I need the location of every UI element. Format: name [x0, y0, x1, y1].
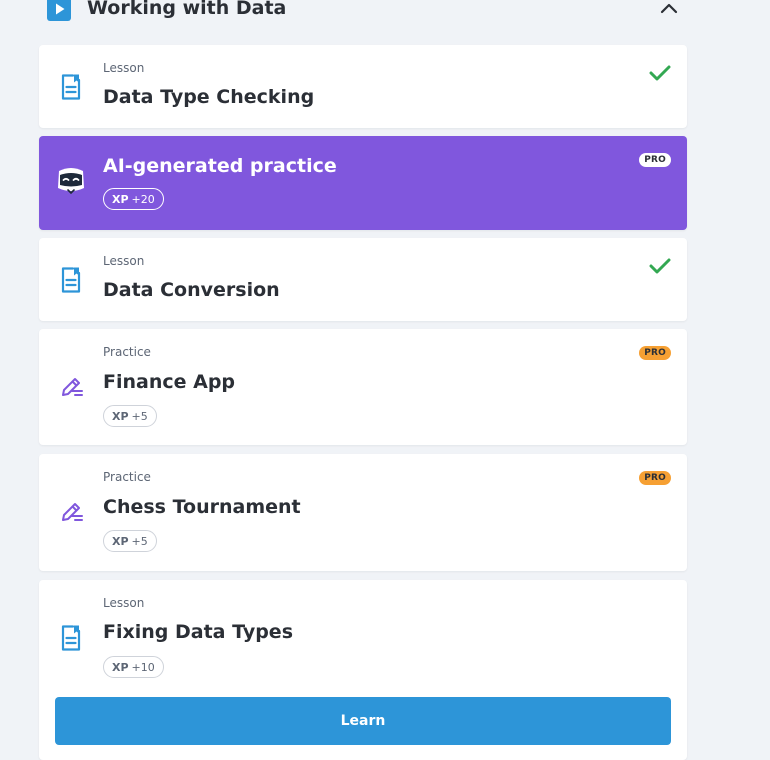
lesson-document-icon: [59, 266, 83, 294]
xp-label: XP: [112, 661, 129, 674]
lesson-card-data-type-checking[interactable]: Lesson Data Type Checking: [39, 45, 687, 128]
item-title: Data Type Checking: [103, 86, 315, 108]
pro-badge: PRO: [639, 153, 671, 167]
lesson-document-icon: [59, 73, 83, 101]
item-type-label: Practice: [103, 470, 151, 484]
item-title: Chess Tournament: [103, 496, 301, 518]
xp-badge: XP +10: [103, 656, 164, 678]
item-type-label: Lesson: [103, 61, 145, 75]
pencil-lines-icon: [59, 374, 85, 400]
practice-card-chess-tournament[interactable]: Practice Chess Tournament XP +5 PRO: [39, 454, 687, 571]
pencil-lines-icon: [59, 499, 85, 525]
practice-card-finance-app[interactable]: Practice Finance App XP +5 PRO: [39, 329, 687, 445]
xp-label: XP: [112, 410, 129, 423]
lesson-card-fixing-data-types[interactable]: Lesson Fixing Data Types XP +10 Learn: [39, 580, 687, 760]
chevron-up-icon[interactable]: [657, 0, 681, 18]
xp-label: XP: [112, 193, 129, 206]
check-icon: [649, 258, 671, 274]
xp-badge: XP +5: [103, 405, 157, 427]
item-type-label: Lesson: [103, 596, 145, 610]
item-title: Data Conversion: [103, 279, 280, 301]
item-type-label: Practice: [103, 345, 151, 359]
xp-badge: XP +5: [103, 530, 157, 552]
item-type-label: Lesson: [103, 254, 145, 268]
lesson-card-data-conversion[interactable]: Lesson Data Conversion: [39, 238, 687, 321]
section-title: Working with Data: [87, 0, 287, 19]
xp-value: +10: [131, 661, 155, 674]
xp-badge: XP +20: [103, 188, 164, 210]
xp-label: XP: [112, 535, 129, 548]
item-title: AI-generated practice: [103, 155, 337, 177]
xp-value: +5: [131, 410, 148, 423]
ai-practice-card[interactable]: AI-generated practice XP +20 PRO: [39, 136, 687, 230]
robot-face-icon: [55, 166, 87, 196]
learn-button[interactable]: Learn: [55, 697, 671, 745]
check-icon: [649, 65, 671, 81]
pro-badge: PRO: [639, 346, 671, 360]
section-header[interactable]: Working with Data: [39, 0, 687, 28]
xp-value: +20: [131, 193, 155, 206]
item-title: Finance App: [103, 371, 236, 393]
play-square-icon: [47, 0, 71, 21]
item-title: Fixing Data Types: [103, 621, 293, 643]
pro-badge: PRO: [639, 471, 671, 485]
xp-value: +5: [131, 535, 148, 548]
lesson-document-icon: [59, 624, 83, 652]
